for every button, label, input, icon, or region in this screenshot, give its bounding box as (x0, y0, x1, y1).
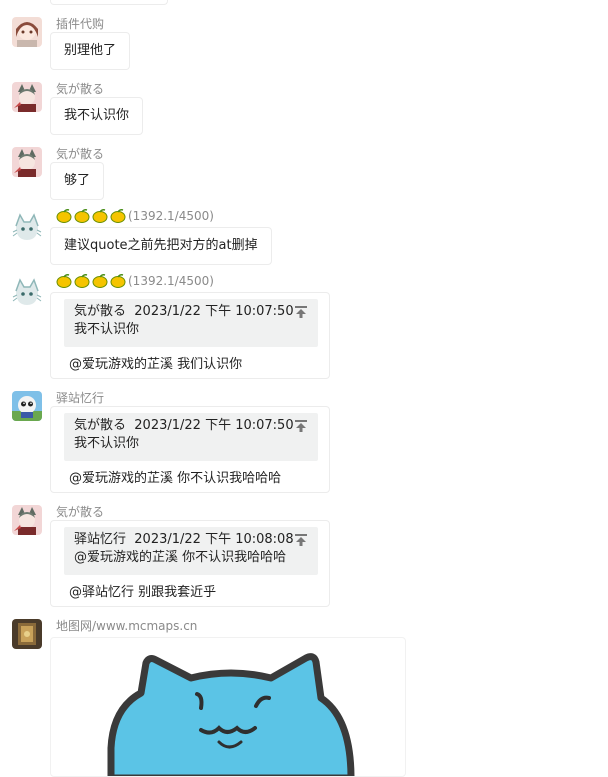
quote-author: 驿站忆行 (74, 532, 127, 547)
message-text: 建议quote之前先把对方的at删掉 (64, 238, 258, 253)
lemon-icon (92, 274, 108, 288)
quote-time: 2023/1/22 下午 10:08:08 (134, 532, 294, 547)
sender-name: 驿站忆行 (56, 391, 105, 405)
sender-name: 地图网/www.mcmaps.cn (56, 619, 198, 633)
message-text: 够了 (64, 173, 91, 188)
quote-header: 気が散る 2023/1/22 下午 10:07:50 (74, 417, 308, 435)
sender-name: 插件代购 (56, 17, 105, 31)
partial-message-bubble (50, 0, 168, 5)
lemon-icon (110, 209, 126, 223)
sender-level: (1392.1/4500) (128, 209, 214, 223)
reply-text: @驿站忆行 别跟我套近乎 (69, 585, 217, 600)
sender-name: 気が散る (56, 505, 105, 519)
lemon-icon (92, 209, 108, 223)
quote-time: 2023/1/22 下午 10:07:50 (134, 418, 294, 433)
quote-header: 気が散る 2023/1/22 下午 10:07:50 (74, 303, 308, 321)
sender-name: (1392.1/4500) (56, 209, 214, 223)
quoted-message[interactable]: 驿站忆行 2023/1/22 下午 10:08:08 @爱玩游戏的芷溪 你不认识… (64, 527, 318, 575)
avatar[interactable] (12, 212, 42, 242)
lemon-icon (56, 274, 72, 288)
sender-level: (1392.1/4500) (128, 274, 214, 288)
quote-time: 2023/1/22 下午 10:07:50 (134, 304, 294, 319)
level-badges (56, 274, 126, 288)
jump-to-original-icon[interactable] (294, 305, 308, 319)
message-bubble[interactable]: 建议quote之前先把对方的at删掉 (50, 227, 272, 265)
avatar[interactable] (12, 505, 42, 535)
avatar[interactable] (12, 17, 42, 47)
jump-to-original-icon[interactable] (294, 533, 308, 547)
sender-name: 気が散る (56, 82, 105, 96)
lemon-icon (56, 209, 72, 223)
jump-to-original-icon[interactable] (294, 419, 308, 433)
message-bubble[interactable]: 够了 (50, 162, 105, 200)
reply-message-bubble[interactable]: 気が散る 2023/1/22 下午 10:07:50 我不认识你 @爱玩游戏的芷… (50, 406, 330, 493)
sender-name: 気が散る (56, 147, 105, 161)
sender-name: (1392.1/4500) (56, 274, 214, 288)
avatar[interactable] (12, 277, 42, 307)
message-text: 我不认识你 (64, 108, 130, 123)
blue-cat-sticker (107, 653, 355, 776)
level-badges (56, 209, 126, 223)
avatar[interactable] (12, 391, 42, 421)
quote-header: 驿站忆行 2023/1/22 下午 10:08:08 (74, 531, 308, 549)
quote-author: 気が散る (74, 304, 127, 319)
quoted-message[interactable]: 気が散る 2023/1/22 下午 10:07:50 我不认识你 (64, 299, 318, 347)
quote-text: 我不认识你 (74, 322, 140, 337)
avatar[interactable] (12, 619, 42, 649)
quoted-message[interactable]: 気が散る 2023/1/22 下午 10:07:50 我不认识你 (64, 413, 318, 461)
reply-text: @爱玩游戏的芷溪 你不认识我哈哈哈 (69, 471, 282, 486)
quote-text: @爱玩游戏的芷溪 你不认识我哈哈哈 (74, 550, 287, 565)
avatar[interactable] (12, 147, 42, 177)
quote-author: 気が散る (74, 418, 127, 433)
reply-message-bubble[interactable]: 驿站忆行 2023/1/22 下午 10:08:08 @爱玩游戏的芷溪 你不认识… (50, 520, 330, 607)
message-bubble[interactable]: 我不认识你 (50, 97, 144, 135)
lemon-icon (110, 274, 126, 288)
quote-text: 我不认识你 (74, 436, 140, 451)
message-text: 别理他了 (64, 43, 117, 58)
lemon-icon (74, 209, 90, 223)
reply-text: @爱玩游戏的芷溪 我们认识你 (69, 357, 243, 372)
reply-message-bubble[interactable]: 気が散る 2023/1/22 下午 10:07:50 我不认识你 @爱玩游戏的芷… (50, 292, 330, 379)
image-message[interactable] (50, 637, 406, 777)
lemon-icon (74, 274, 90, 288)
message-bubble[interactable]: 别理他了 (50, 32, 131, 70)
avatar[interactable] (12, 82, 42, 112)
